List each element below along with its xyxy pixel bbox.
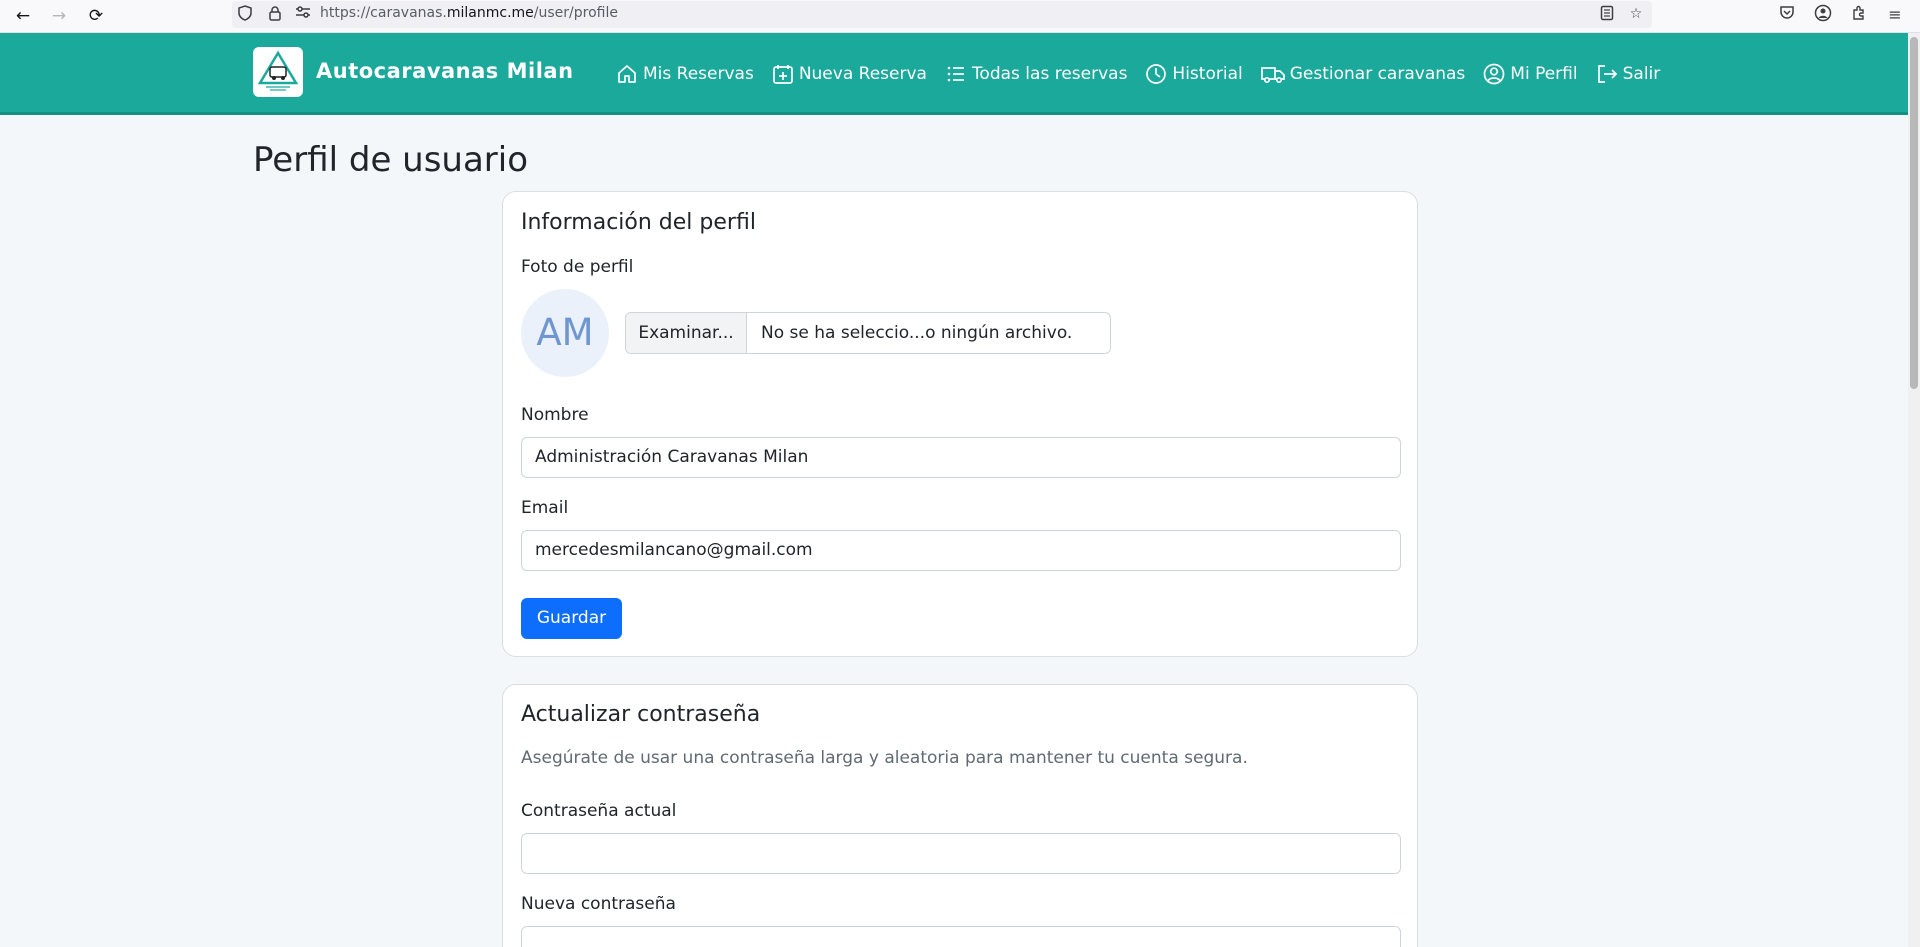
- profile-card-title: Información del perfil: [521, 210, 756, 235]
- logout-icon: [1597, 65, 1617, 83]
- browser-toolbar: ← → ⟳ https://caravanas.milanmc.me/user/…: [0, 0, 1920, 33]
- reader-mode-icon[interactable]: [1598, 5, 1616, 23]
- person-circle-icon: [1483, 63, 1505, 85]
- nav-link-label: Salir: [1622, 64, 1661, 84]
- profile-photo-file-input[interactable]: Examinar... No se ha seleccio...o ningún…: [625, 312, 1111, 354]
- page-scrollbar[interactable]: [1908, 33, 1920, 947]
- address-bar[interactable]: https://caravanas.milanmc.me/user/profil…: [232, 1, 1652, 28]
- clock-icon: [1146, 64, 1167, 84]
- nav-link-todas-las-reservas[interactable]: Todas las reservas: [945, 63, 1127, 85]
- extensions-icon[interactable]: [1848, 4, 1870, 26]
- nav-link-historial[interactable]: Historial: [1145, 63, 1243, 85]
- email-label: Email: [521, 498, 569, 518]
- password-card: Actualizar contraseña Asegúrate de usar …: [502, 684, 1418, 947]
- new-password-label: Nueva contraseña: [521, 894, 676, 914]
- reload-icon[interactable]: ⟳: [84, 4, 108, 28]
- back-icon[interactable]: ←: [11, 4, 35, 28]
- password-card-description: Asegúrate de usar una contraseña larga y…: [521, 748, 1248, 768]
- nav-link-label: Gestionar caravanas: [1289, 64, 1466, 84]
- url-prefix: https://caravanas.: [320, 5, 447, 21]
- nav-link-label: Nueva Reserva: [798, 64, 927, 84]
- name-field[interactable]: Administración Caravanas Milan: [521, 437, 1401, 478]
- nav-link-label: Todas las reservas: [971, 64, 1128, 84]
- nav-link-mi-perfil[interactable]: Mi Perfil: [1483, 63, 1578, 85]
- password-card-title: Actualizar contraseña: [521, 702, 761, 727]
- name-label: Nombre: [521, 405, 589, 425]
- brand-name[interactable]: Autocaravanas Milan: [316, 59, 574, 83]
- url-host: milanmc.me: [446, 5, 534, 21]
- nav-link-salir[interactable]: Salir: [1596, 63, 1661, 85]
- app-navbar: Autocaravanas Milan Mis Reservas Nueva R…: [0, 33, 1908, 115]
- profile-info-card: Información del perfil Foto de perfil AM…: [502, 191, 1418, 657]
- menu-icon[interactable]: ≡: [1884, 4, 1906, 26]
- url-path: /user/profile: [533, 5, 618, 21]
- bookmark-star-icon[interactable]: ☆: [1627, 5, 1645, 23]
- url-text[interactable]: https://caravanas.milanmc.me/user/profil…: [320, 5, 618, 21]
- scrollbar-thumb[interactable]: [1910, 37, 1918, 389]
- current-password-label: Contraseña actual: [521, 801, 677, 821]
- nav-link-label: Mi Perfil: [1510, 64, 1578, 84]
- nav-links: Mis Reservas Nueva Reserva Todas las res…: [616, 60, 1678, 88]
- pocket-icon[interactable]: [1776, 4, 1798, 26]
- email-field[interactable]: mercedesmilancano@gmail.com: [521, 530, 1401, 571]
- brand-logo[interactable]: [253, 47, 303, 97]
- truck-icon: [1260, 67, 1285, 84]
- nav-link-gestionar-caravanas[interactable]: Gestionar caravanas: [1260, 63, 1466, 85]
- avatar: AM: [521, 289, 609, 377]
- nav-link-label: Mis Reservas: [643, 64, 754, 84]
- nav-link-nueva-reserva[interactable]: Nueva Reserva: [772, 63, 927, 85]
- photo-label: Foto de perfil: [521, 257, 634, 277]
- current-password-field[interactable]: [521, 833, 1401, 874]
- nav-link-mis-reservas[interactable]: Mis Reservas: [616, 63, 754, 85]
- browse-button[interactable]: Examinar...: [626, 313, 747, 353]
- house-icon: [618, 65, 636, 83]
- lock-icon[interactable]: [266, 5, 284, 23]
- file-status-text: No se ha seleccio...o ningún archivo.: [761, 323, 1073, 343]
- permissions-icon[interactable]: [294, 5, 312, 23]
- save-button[interactable]: Guardar: [521, 598, 622, 639]
- list-icon: [947, 66, 964, 82]
- shield-icon[interactable]: [236, 5, 254, 23]
- page-title: Perfil de usuario: [253, 140, 529, 180]
- new-password-field[interactable]: [521, 926, 1401, 947]
- account-icon[interactable]: [1812, 4, 1834, 26]
- forward-icon[interactable]: →: [47, 4, 71, 28]
- nav-link-label: Historial: [1172, 64, 1243, 84]
- calendar-plus-icon: [772, 65, 793, 84]
